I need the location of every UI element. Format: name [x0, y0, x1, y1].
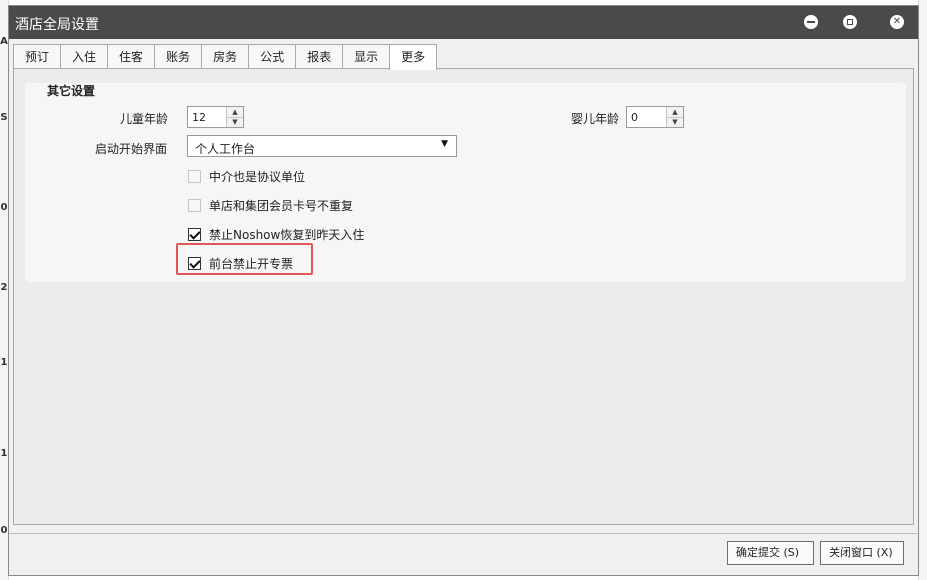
highlight-annotation — [176, 243, 313, 275]
background-letter: 0 — [0, 525, 8, 536]
tab-accounts[interactable]: 账务 — [154, 44, 203, 68]
minimize-icon[interactable] — [804, 15, 818, 29]
checkbox-box[interactable] — [188, 198, 201, 212]
title-bar[interactable]: 酒店全局设置 ✕ — [9, 6, 918, 39]
startup-screen-value: 个人工作台 — [195, 142, 256, 156]
tab-housekeeping[interactable]: 房务 — [201, 44, 250, 68]
child-age-label: 儿童年龄 — [120, 112, 169, 126]
stepper-arrows: ▲ ▼ — [226, 107, 243, 127]
background-letter: 2 — [0, 282, 8, 293]
tab-reports[interactable]: 报表 — [295, 44, 344, 68]
checkbox-label: 中介也是协议单位 — [209, 169, 306, 184]
tab-panel-more: 其它设置 儿童年龄 12 ▲ ▼ 婴儿年龄 0 ▲ ▼ 启动开始界面 个人工作台 — [13, 68, 914, 525]
tab-checkin[interactable]: 入住 — [60, 44, 109, 68]
checkbox-agent-as-contract-unit[interactable]: 中介也是协议单位 — [188, 167, 305, 185]
close-window-button[interactable]: 关闭窗口 (X) — [820, 541, 904, 565]
background-letter: S — [0, 112, 8, 123]
tab-display[interactable]: 显示 — [342, 44, 391, 68]
tab-bar: 预订 入住 住客 账务 房务 公式 报表 显示 更多 — [13, 44, 438, 70]
child-age-value: 12 — [192, 111, 206, 124]
checkbox-box-checked[interactable] — [188, 227, 201, 241]
background-letter: 1 — [0, 357, 8, 368]
decrement-icon[interactable]: ▼ — [667, 117, 683, 127]
group-title: 其它设置 — [47, 84, 96, 98]
window-title: 酒店全局设置 — [15, 17, 99, 33]
footer-divider — [9, 533, 920, 534]
infant-age-stepper[interactable]: 0 ▲ ▼ — [626, 106, 684, 128]
tab-formula[interactable]: 公式 — [248, 44, 297, 68]
close-icon[interactable]: ✕ — [890, 15, 904, 29]
infant-age-label: 婴儿年龄 — [571, 112, 620, 126]
checkbox-label: 单店和集团会员卡号不重复 — [209, 198, 354, 213]
other-settings-group: 其它设置 儿童年龄 12 ▲ ▼ 婴儿年龄 0 ▲ ▼ 启动开始界面 个人工作台 — [25, 83, 906, 282]
submit-button[interactable]: 确定提交 (S) — [727, 541, 814, 565]
hotel-settings-dialog: 酒店全局设置 ✕ 预订 入住 住客 账务 房务 公式 报表 显示 更多 其它设置… — [8, 5, 920, 576]
background-letter: A — [0, 36, 8, 47]
chevron-down-icon: ▼ — [441, 139, 448, 149]
tab-guests[interactable]: 住客 — [107, 44, 156, 68]
restore-icon[interactable] — [843, 15, 857, 29]
infant-age-value: 0 — [631, 111, 638, 124]
checkbox-label: 禁止Noshow恢复到昨天入住 — [209, 227, 365, 242]
decrement-icon[interactable]: ▼ — [227, 117, 243, 127]
startup-screen-select[interactable]: 个人工作台 ▼ — [187, 135, 457, 157]
child-age-stepper[interactable]: 12 ▲ ▼ — [187, 106, 244, 128]
background-app-right-edge — [918, 0, 927, 580]
background-letter: 0 — [0, 202, 8, 213]
checkbox-box[interactable] — [188, 169, 201, 183]
startup-screen-label: 启动开始界面 — [95, 142, 168, 156]
checkbox-forbid-noshow-restore[interactable]: 禁止Noshow恢复到昨天入住 — [188, 225, 364, 243]
tab-booking[interactable]: 预订 — [13, 44, 62, 68]
checkbox-unique-member-card[interactable]: 单店和集团会员卡号不重复 — [188, 196, 353, 214]
stepper-arrows: ▲ ▼ — [666, 107, 683, 127]
background-letter: 1 — [0, 448, 8, 459]
tab-more[interactable]: 更多 — [389, 44, 438, 70]
